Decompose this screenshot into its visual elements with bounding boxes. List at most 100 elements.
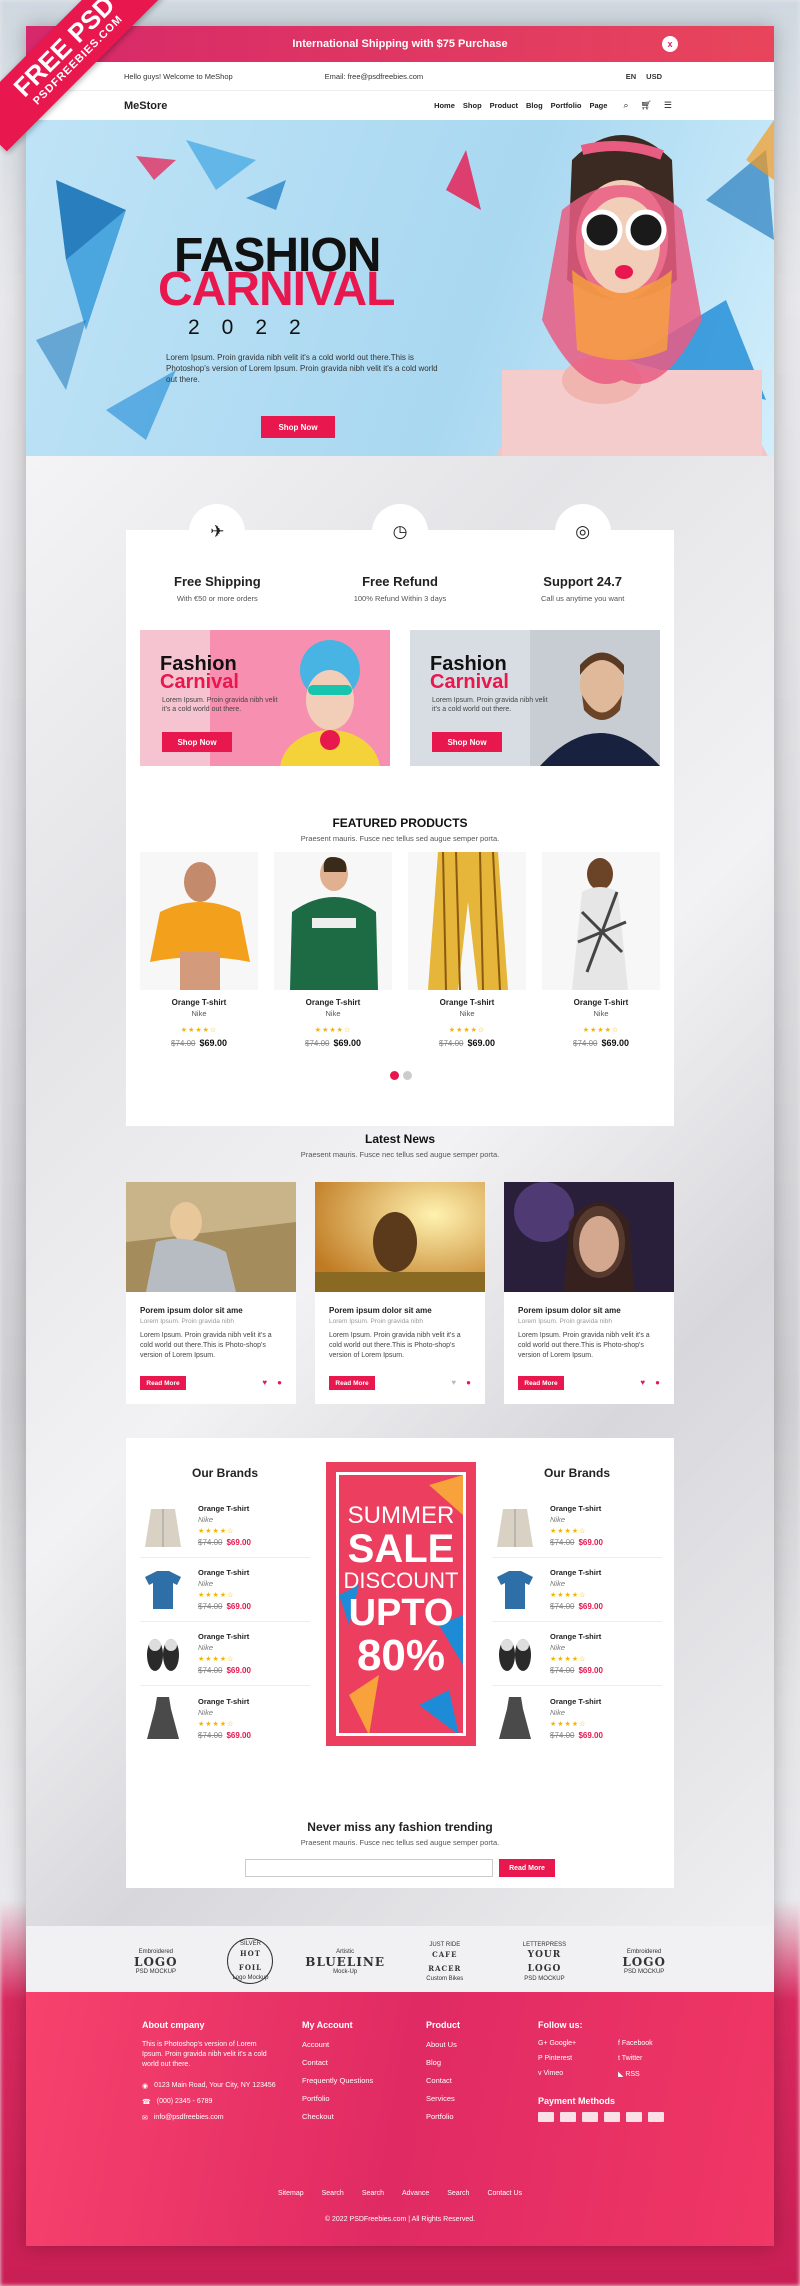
footer-link[interactable]: Portfolio xyxy=(302,2094,373,2103)
product-name[interactable]: Orange T-shirt xyxy=(140,998,258,1007)
brand-row[interactable]: Orange T-shirt Nike ★★★★☆ $74.00 $69.00 xyxy=(140,1686,310,1750)
footer-link[interactable]: Services xyxy=(426,2094,460,2103)
comment-icon[interactable]: ● xyxy=(466,1378,471,1387)
dress-thumbnail[interactable] xyxy=(492,1692,538,1744)
partner-logo[interactable]: Embroidered LOGO PSD MOCKUP xyxy=(128,1938,184,1986)
summer-sale-banner[interactable]: SUMMER SALE DISCOUNT UPTO 80% xyxy=(326,1462,476,1746)
footer-link[interactable]: Contact xyxy=(302,2058,373,2067)
product-image[interactable] xyxy=(408,852,526,990)
news-image[interactable] xyxy=(504,1182,674,1292)
language-select[interactable]: EN xyxy=(626,72,636,81)
social-twitter[interactable]: t Twitter xyxy=(618,2055,698,2062)
menu-icon[interactable]: ☰ xyxy=(664,100,672,111)
footer-bottom-link[interactable]: Contact Us xyxy=(487,2190,522,2197)
nav-blog[interactable]: Blog xyxy=(526,101,543,110)
newsletter-submit-button[interactable]: Read More xyxy=(499,1859,555,1877)
nav-product[interactable]: Product xyxy=(490,101,518,110)
partner-logo[interactable]: Embroidered LOGO PSD MOCKUP xyxy=(616,1938,672,1986)
partner-logo[interactable]: LETTERPRESS YOUR LOGO PSD MOCKUP xyxy=(516,1938,572,1986)
heart-icon[interactable]: ♥ xyxy=(262,1378,267,1387)
news-title[interactable]: Porem ipsum dolor sit ame xyxy=(518,1306,660,1315)
footer-link[interactable]: Checkout xyxy=(302,2112,373,2121)
product-name[interactable]: Orange T-shirt xyxy=(274,998,392,1007)
social-rss[interactable]: ◣ RSS xyxy=(618,2070,698,2078)
read-more-button[interactable]: Read More xyxy=(140,1376,186,1390)
news-card[interactable]: Porem ipsum dolor sit ame Lorem Ipsum. P… xyxy=(315,1182,485,1404)
social-googleplus[interactable]: G+ Google+ xyxy=(538,2040,618,2047)
carousel-dot-1[interactable] xyxy=(390,1071,399,1080)
currency-select[interactable]: USD xyxy=(646,72,662,81)
footer-link[interactable]: About Us xyxy=(426,2040,460,2049)
heart-icon[interactable]: ♥ xyxy=(451,1378,456,1387)
news-image[interactable] xyxy=(126,1182,296,1292)
brand-product-name[interactable]: Orange T-shirt xyxy=(550,1697,603,1706)
product-image[interactable] xyxy=(542,852,660,990)
brand-product-name[interactable]: Orange T-shirt xyxy=(550,1632,603,1641)
store-logo[interactable]: MeStore xyxy=(124,100,167,112)
carousel-dot-2[interactable] xyxy=(403,1071,412,1080)
brand-product-name[interactable]: Orange T-shirt xyxy=(550,1504,603,1513)
footer-email[interactable]: info@psdfreebies.com xyxy=(154,2114,224,2122)
newsletter-email-input[interactable] xyxy=(245,1859,493,1877)
read-more-button[interactable]: Read More xyxy=(329,1376,375,1390)
footer-bottom-link[interactable]: Search xyxy=(362,2190,384,2197)
tshirt-thumbnail[interactable] xyxy=(492,1564,538,1616)
close-icon[interactable]: x xyxy=(662,36,678,52)
product-card[interactable]: Orange T-shirt Nike ★★★★☆ $74.00 $69.00 xyxy=(408,852,526,1050)
footer-link[interactable]: Account xyxy=(302,2040,373,2049)
partner-logo[interactable]: Artistic BLUELINE Mock-Up xyxy=(305,1938,384,1986)
product-name[interactable]: Orange T-shirt xyxy=(542,998,660,1007)
product-image[interactable] xyxy=(140,852,258,990)
comment-icon[interactable]: ● xyxy=(277,1378,282,1387)
brand-row[interactable]: Orange T-shirt Nike ★★★★☆ $74.00 $69.00 xyxy=(140,1558,310,1622)
news-title[interactable]: Porem ipsum dolor sit ame xyxy=(329,1306,471,1315)
banner-shop-now-button[interactable]: Shop Now xyxy=(432,732,502,752)
news-title[interactable]: Porem ipsum dolor sit ame xyxy=(140,1306,282,1315)
footer-bottom-link[interactable]: Search xyxy=(447,2190,469,2197)
social-facebook[interactable]: f Facebook xyxy=(618,2040,698,2047)
footer-link[interactable]: Portfolio xyxy=(426,2112,460,2121)
nav-home[interactable]: Home xyxy=(434,101,455,110)
jacket-thumbnail[interactable] xyxy=(140,1500,186,1552)
brand-product-name[interactable]: Orange T-shirt xyxy=(198,1632,251,1641)
search-icon[interactable]: ⌕ xyxy=(623,100,628,111)
brand-row[interactable]: Orange T-shirt Nike ★★★★☆ $74.00 $69.00 xyxy=(492,1622,662,1686)
news-card[interactable]: Porem ipsum dolor sit ame Lorem Ipsum. P… xyxy=(504,1182,674,1404)
brand-row[interactable]: Orange T-shirt Nike ★★★★☆ $74.00 $69.00 xyxy=(492,1494,662,1558)
read-more-button[interactable]: Read More xyxy=(518,1376,564,1390)
banner-shop-now-button[interactable]: Shop Now xyxy=(162,732,232,752)
footer-link[interactable]: Blog xyxy=(426,2058,460,2067)
nav-page[interactable]: Page xyxy=(590,101,608,110)
footer-link[interactable]: Frequently Questions xyxy=(302,2076,373,2085)
tshirt-thumbnail[interactable] xyxy=(140,1564,186,1616)
social-vimeo[interactable]: v Vimeo xyxy=(538,2070,618,2078)
product-card[interactable]: Orange T-shirt Nike ★★★★☆ $74.00 $69.00 xyxy=(140,852,258,1050)
partner-logo[interactable]: JUST RIDE CAFE RACER Custom Bikes xyxy=(417,1938,473,1986)
footer-bottom-link[interactable]: Advance xyxy=(402,2190,429,2197)
product-card[interactable]: Orange T-shirt Nike ★★★★☆ $74.00 $69.00 xyxy=(274,852,392,1050)
news-card[interactable]: Porem ipsum dolor sit ame Lorem Ipsum. P… xyxy=(126,1182,296,1404)
brand-product-name[interactable]: Orange T-shirt xyxy=(198,1697,251,1706)
product-card[interactable]: Orange T-shirt Nike ★★★★☆ $74.00 $69.00 xyxy=(542,852,660,1050)
brand-product-name[interactable]: Orange T-shirt xyxy=(550,1568,603,1577)
brand-row[interactable]: Orange T-shirt Nike ★★★★☆ $74.00 $69.00 xyxy=(492,1686,662,1750)
brand-row[interactable]: Orange T-shirt Nike ★★★★☆ $74.00 $69.00 xyxy=(140,1622,310,1686)
brand-product-name[interactable]: Orange T-shirt xyxy=(198,1504,251,1513)
dress-thumbnail[interactable] xyxy=(140,1692,186,1744)
shoes-thumbnail[interactable] xyxy=(492,1628,538,1680)
product-name[interactable]: Orange T-shirt xyxy=(408,998,526,1007)
nav-portfolio[interactable]: Portfolio xyxy=(551,101,582,110)
product-image[interactable] xyxy=(274,852,392,990)
comment-icon[interactable]: ● xyxy=(655,1378,660,1387)
shop-now-button[interactable]: Shop Now xyxy=(261,416,335,438)
jacket-thumbnail[interactable] xyxy=(492,1500,538,1552)
brand-product-name[interactable]: Orange T-shirt xyxy=(198,1568,251,1577)
nav-shop[interactable]: Shop xyxy=(463,101,482,110)
footer-link[interactable]: Contact xyxy=(426,2076,460,2085)
brand-row[interactable]: Orange T-shirt Nike ★★★★☆ $74.00 $69.00 xyxy=(492,1558,662,1622)
news-image[interactable] xyxy=(315,1182,485,1292)
footer-bottom-link[interactable]: Search xyxy=(322,2190,344,2197)
social-pinterest[interactable]: P Pinterest xyxy=(538,2055,618,2062)
footer-bottom-link[interactable]: Sitemap xyxy=(278,2190,304,2197)
cart-icon[interactable]: 🛒︎ xyxy=(640,100,651,111)
